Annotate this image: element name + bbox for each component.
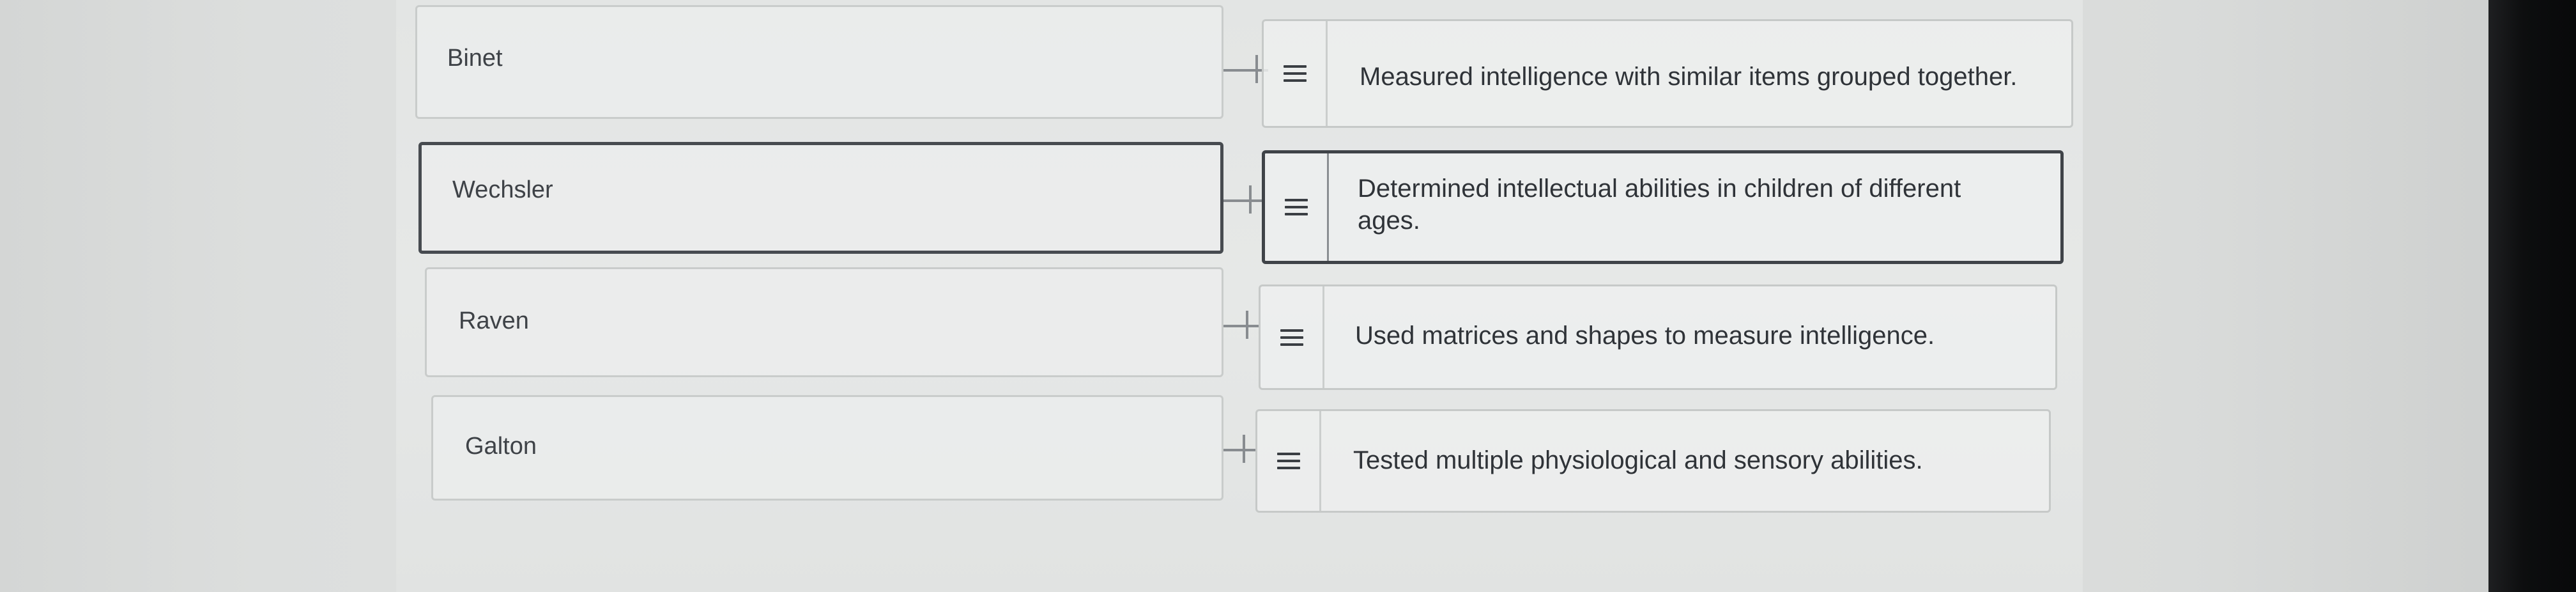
connector-line	[1243, 435, 1245, 463]
definition-card[interactable]: Used matrices and shapes to measure inte…	[1259, 284, 2057, 390]
monitor-bezel	[2488, 0, 2576, 592]
drag-handle-icon	[1280, 329, 1303, 346]
definition-text: Determined intellectual abilities in chi…	[1358, 175, 1961, 235]
definition-card[interactable]: Determined intellectual abilities in chi…	[1262, 150, 2064, 264]
definition-card[interactable]: Tested multiple physiological and sensor…	[1255, 409, 2051, 513]
term-label: Wechsler	[452, 176, 553, 203]
connector-line	[1255, 55, 1258, 83]
term-slot-binet[interactable]	[415, 5, 1223, 119]
drag-handle[interactable]	[1257, 411, 1321, 511]
definition-text: Tested multiple physiological and sensor…	[1353, 446, 1923, 474]
term-label: Binet	[447, 45, 503, 72]
connector-line	[1249, 185, 1252, 214]
term-label: Galton	[465, 433, 537, 460]
drag-handle[interactable]	[1264, 21, 1328, 126]
drag-handle-icon	[1283, 65, 1307, 82]
connector-line	[1223, 325, 1259, 327]
drag-handle[interactable]	[1265, 153, 1329, 261]
definition-card[interactable]: Measured intelligence with similar items…	[1262, 19, 2073, 128]
drag-handle[interactable]	[1261, 286, 1324, 388]
definition-text: Measured intelligence with similar items…	[1360, 63, 2018, 91]
term-slot-galton[interactable]	[431, 395, 1223, 501]
drag-handle-icon	[1284, 199, 1308, 215]
term-slot-raven[interactable]	[425, 267, 1223, 377]
drag-handle-icon	[1276, 453, 1300, 469]
connector-line	[1223, 199, 1262, 202]
term-label: Raven	[459, 308, 529, 334]
connector-line	[1246, 311, 1248, 339]
connector-line	[1223, 449, 1255, 451]
definition-text: Used matrices and shapes to measure inte…	[1355, 322, 1935, 350]
